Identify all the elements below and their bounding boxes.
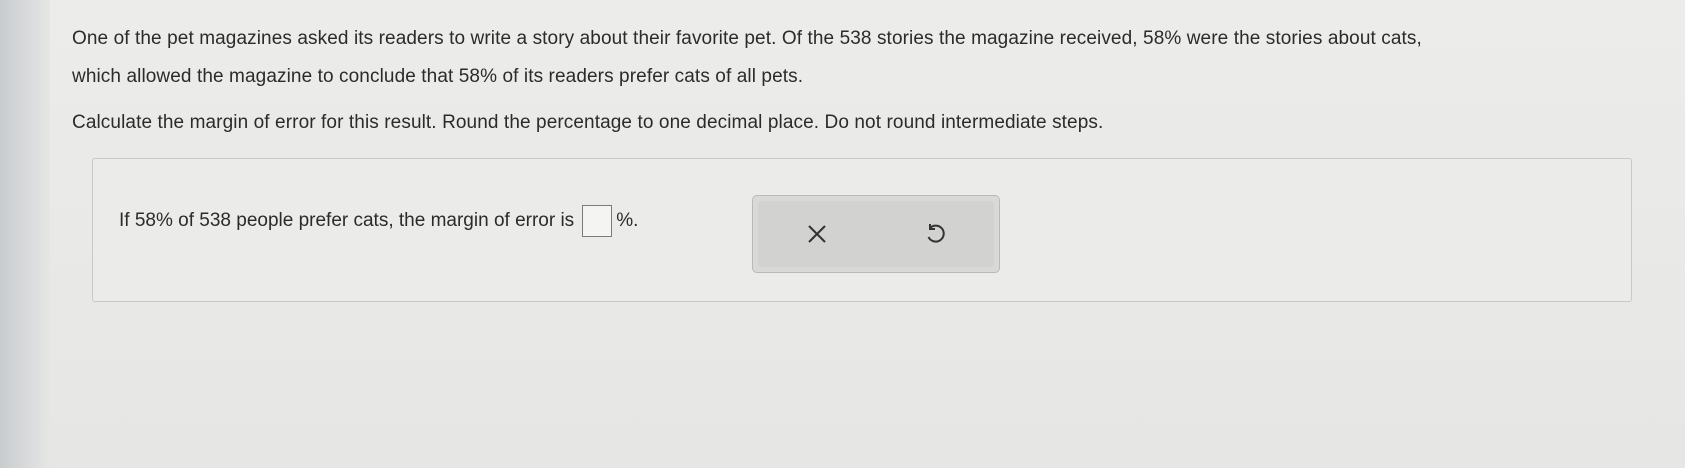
answer-tools-inner bbox=[758, 201, 994, 267]
question-line-1: One of the pet magazines asked its reade… bbox=[72, 28, 1422, 49]
answer-suffix: %. bbox=[616, 210, 639, 231]
answer-prefix: If 58% of 538 people prefer cats, the ma… bbox=[119, 210, 575, 231]
question-text: One of the pet magazines asked its reade… bbox=[72, 20, 1662, 142]
answer-sentence: If 58% of 538 people prefer cats, the ma… bbox=[119, 205, 638, 237]
screen-left-edge bbox=[0, 0, 50, 468]
question-line-2: which allowed the magazine to conclude t… bbox=[72, 66, 804, 87]
clear-button[interactable] bbox=[758, 201, 876, 267]
x-icon bbox=[806, 223, 828, 245]
answer-tools bbox=[752, 195, 1000, 273]
instruction-text: Calculate the margin of error for this r… bbox=[72, 112, 1104, 133]
answer-input[interactable] bbox=[582, 205, 613, 237]
reset-button[interactable] bbox=[876, 201, 994, 267]
undo-icon bbox=[923, 222, 947, 246]
question-area: One of the pet magazines asked its reade… bbox=[72, 20, 1662, 142]
